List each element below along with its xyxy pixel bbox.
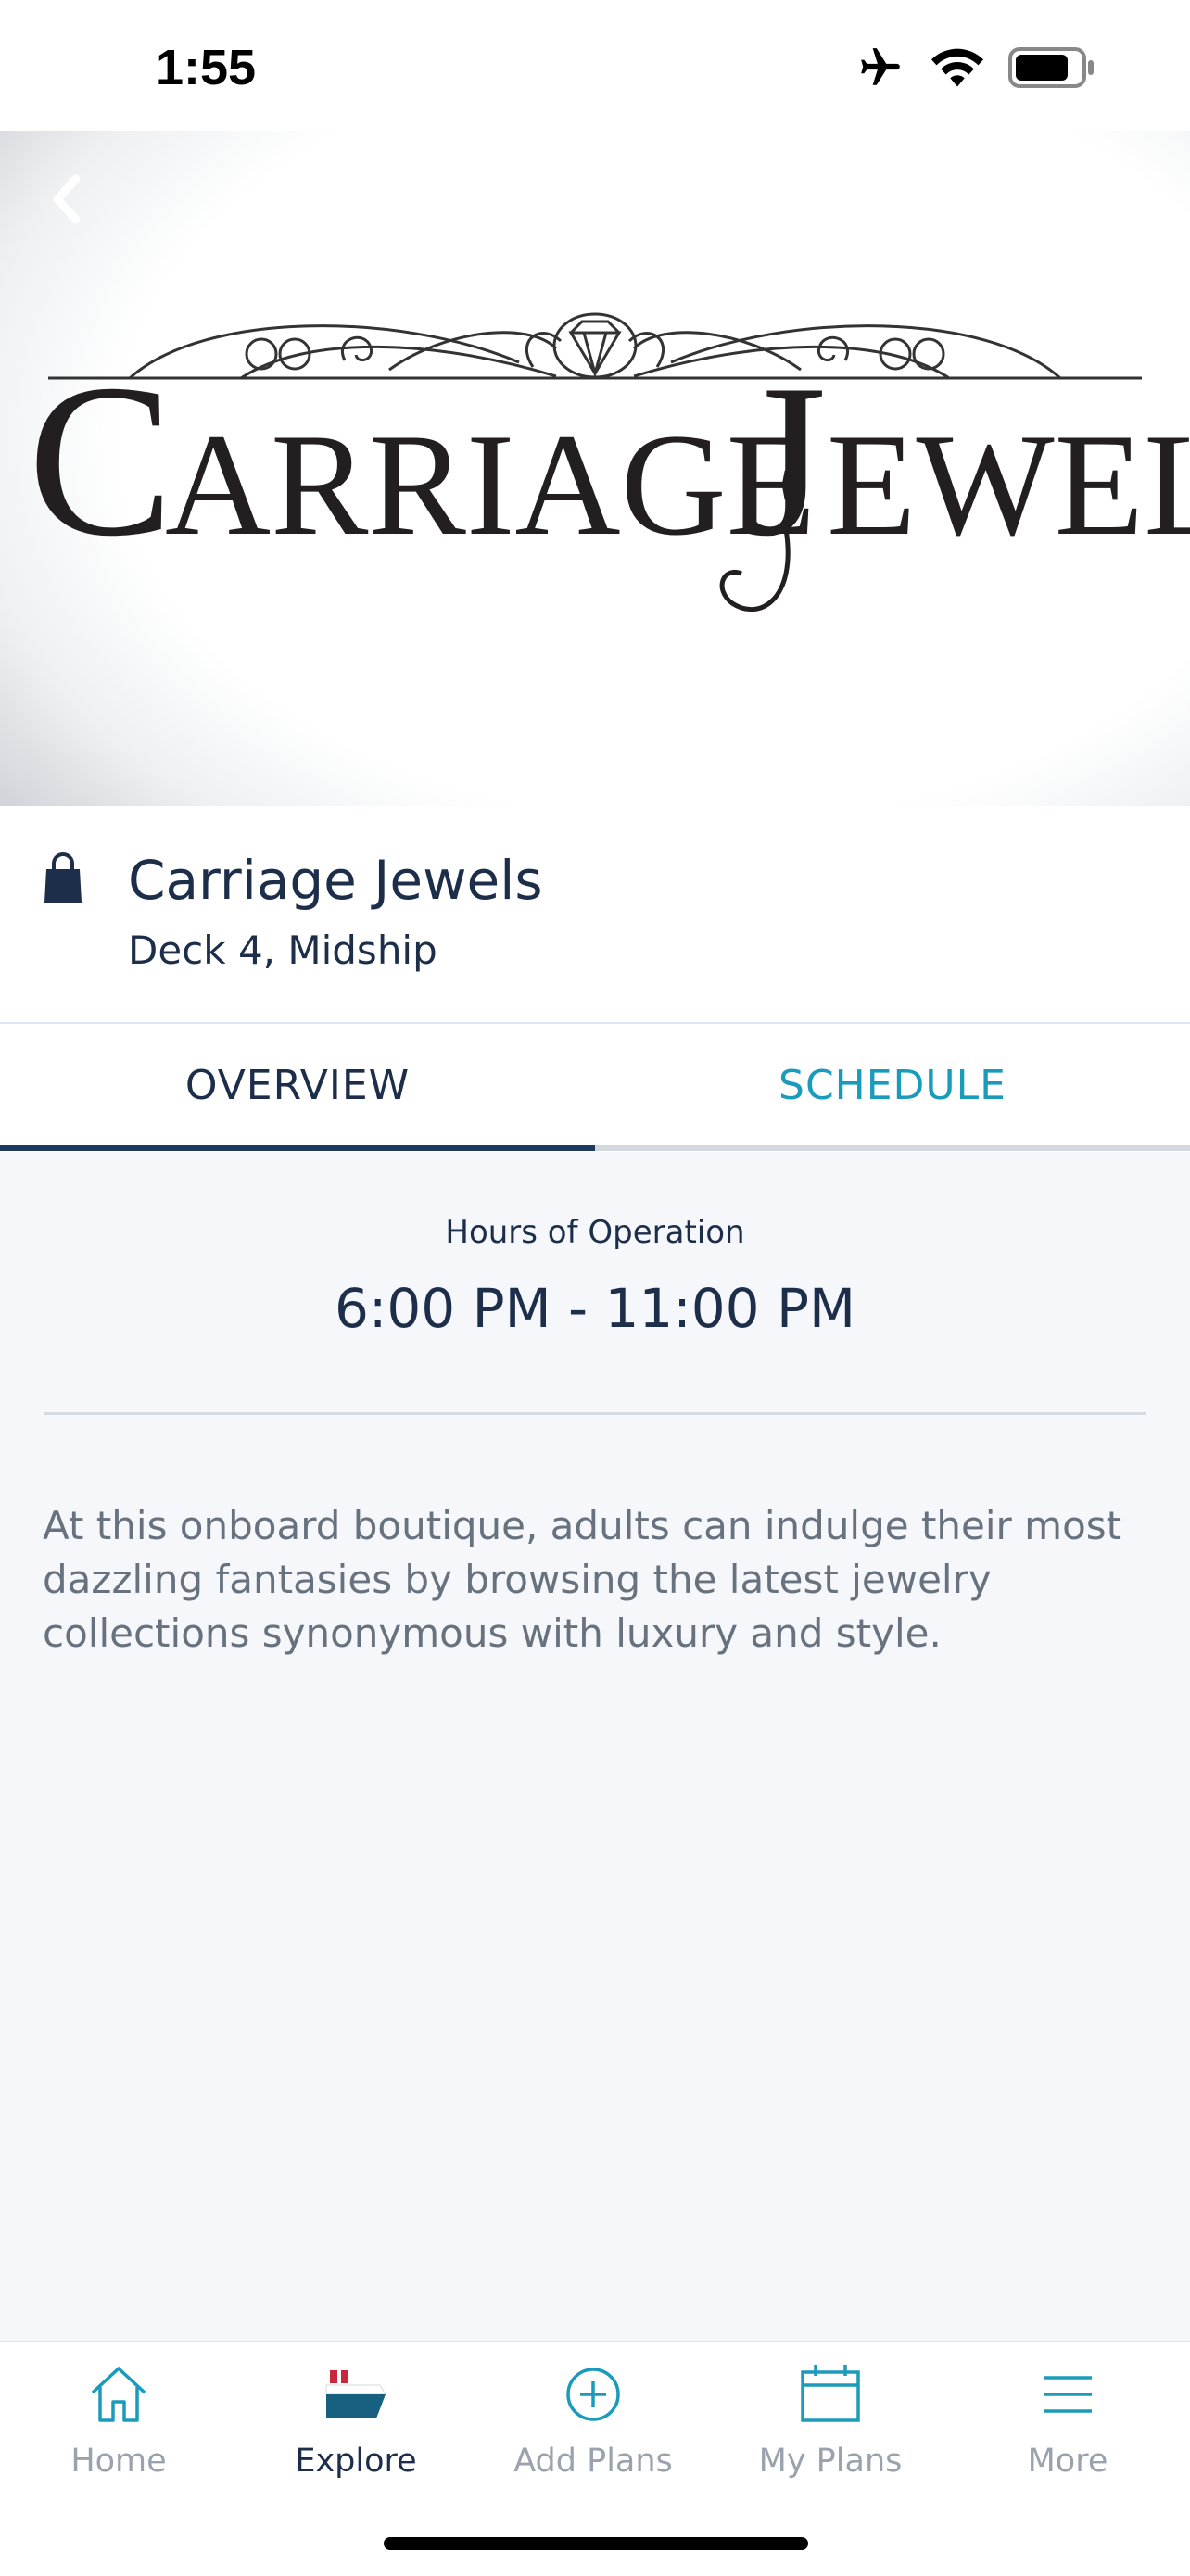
- wifi-icon: [930, 47, 984, 93]
- section-divider: [44, 1412, 1146, 1415]
- hours-value: 6:00 PM - 11:00 PM: [334, 1277, 856, 1340]
- nav-my-plans[interactable]: My Plans: [712, 2361, 949, 2500]
- hero-banner: C ARRIAGE J EWELS: [0, 131, 1190, 806]
- tab-active-indicator: [0, 1145, 595, 1151]
- venue-description: At this onboard boutique, adults can ind…: [43, 1503, 1122, 1656]
- hours-label: Hours of Operation: [445, 1214, 745, 1251]
- svg-text:ARRIAGE: ARRIAGE: [165, 404, 816, 566]
- nav-more[interactable]: More: [949, 2361, 1186, 2500]
- status-bar: 1:55: [0, 0, 1190, 131]
- tab-overview[interactable]: OVERVIEW: [0, 1024, 595, 1146]
- home-icon: [91, 2367, 146, 2422]
- venue-name: Carriage Jewels: [128, 849, 543, 912]
- plus-circle-icon: [566, 2368, 620, 2421]
- nav-explore-label: Explore: [295, 2443, 417, 2480]
- home-indicator: [384, 2537, 808, 2550]
- status-icons: [855, 44, 1097, 95]
- nav-add-plans[interactable]: Add Plans: [475, 2361, 712, 2500]
- nav-explore[interactable]: Explore: [237, 2361, 475, 2500]
- venue-header: [0, 806, 1190, 1023]
- ship-icon: [325, 2370, 386, 2418]
- calendar-icon: [801, 2365, 860, 2422]
- battery-icon: [1008, 47, 1097, 93]
- svg-text:C: C: [28, 340, 173, 582]
- svg-text:EWELS: EWELS: [827, 404, 1190, 566]
- shopping-bag-icon: [43, 852, 83, 909]
- tab-bar-top: OVERVIEW SCHEDULE: [0, 1024, 1190, 1152]
- nav-home-label: Home: [70, 2443, 167, 2480]
- nav-home[interactable]: Home: [0, 2361, 237, 2500]
- nav-add-plans-label: Add Plans: [513, 2443, 673, 2480]
- carriage-jewels-logo: C ARRIAGE J EWELS: [28, 312, 1190, 612]
- nav-my-plans-label: My Plans: [758, 2443, 903, 2480]
- status-time: 1:55: [156, 40, 257, 95]
- tab-schedule[interactable]: SCHEDULE: [595, 1024, 1190, 1146]
- airplane-icon: [855, 44, 906, 95]
- svg-text:J: J: [741, 340, 827, 582]
- menu-icon: [1044, 2376, 1092, 2413]
- venue-location: Deck 4, Midship: [128, 928, 437, 973]
- nav-more-label: More: [1027, 2443, 1108, 2480]
